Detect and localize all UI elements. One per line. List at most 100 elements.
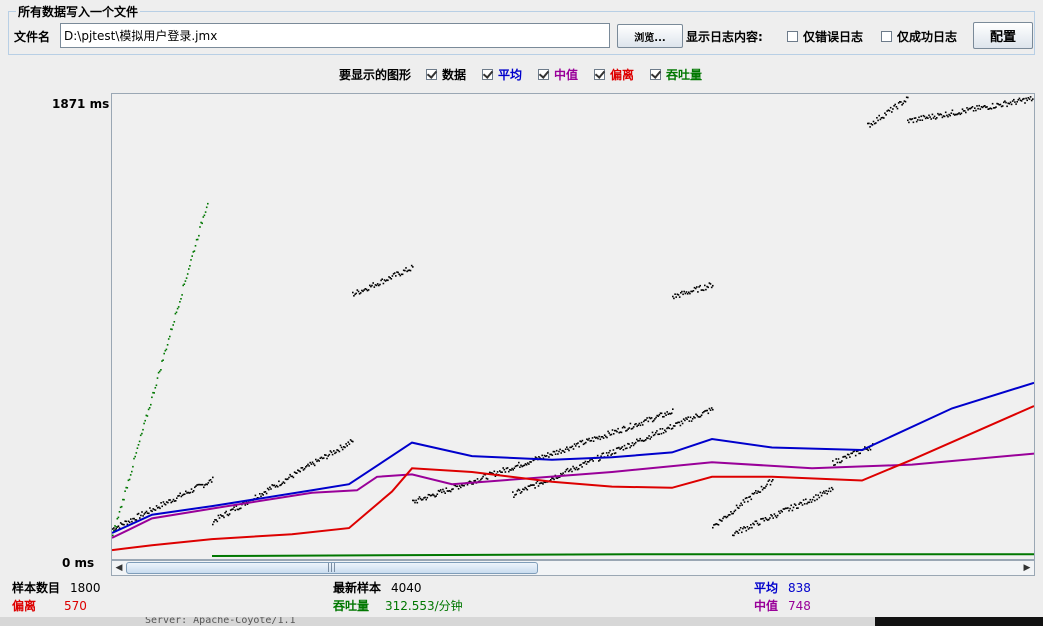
data-point [710, 407, 713, 409]
data-point [918, 116, 920, 119]
data-point [1020, 100, 1023, 102]
data-point [422, 498, 424, 501]
data-point [681, 422, 684, 425]
data-point [638, 422, 641, 425]
data-point [686, 418, 688, 420]
data-point [990, 108, 993, 110]
data-point [207, 482, 210, 484]
data-point [123, 498, 125, 501]
data-point [750, 498, 753, 501]
graph-option-deviation[interactable]: 偏离 [594, 66, 634, 83]
checkbox-box[interactable] [426, 69, 437, 80]
checkbox-box[interactable] [881, 31, 892, 42]
data-point [123, 523, 125, 526]
data-point [774, 515, 777, 517]
data-point [424, 496, 426, 499]
data-point [513, 467, 516, 469]
data-point [142, 428, 144, 431]
data-point [591, 437, 594, 439]
data-point [755, 490, 757, 492]
graph-option-throughput[interactable]: 吞吐量 [650, 66, 702, 83]
data-point [206, 483, 208, 486]
data-point [513, 496, 515, 498]
data-point [322, 457, 325, 459]
data-point [139, 517, 141, 519]
graph-option-average[interactable]: 平均 [482, 66, 522, 83]
data-point [128, 521, 131, 524]
data-point [585, 463, 588, 465]
data-point [381, 278, 383, 280]
data-point [523, 464, 526, 467]
data-point [265, 492, 268, 495]
data-point [326, 457, 328, 460]
graph-option-median[interactable]: 中值 [538, 66, 578, 83]
data-point [884, 112, 886, 114]
data-point [346, 445, 348, 447]
plot-canvas [112, 96, 1034, 557]
data-point [759, 523, 761, 526]
browse-button[interactable]: 浏览... [617, 24, 683, 48]
data-point [951, 109, 954, 112]
data-point [581, 439, 584, 442]
errors-only-checkbox[interactable]: 仅错误日志 [787, 28, 863, 45]
data-point [675, 296, 677, 298]
data-point [650, 417, 653, 419]
data-point [883, 117, 885, 119]
scroll-right-icon[interactable]: ▶ [1020, 561, 1034, 575]
data-point [474, 479, 477, 482]
data-point [339, 444, 342, 447]
data-point [871, 124, 874, 126]
data-point [516, 464, 519, 467]
data-point [223, 516, 225, 519]
data-point [570, 468, 572, 470]
scrollbar-thumb[interactable]: ||| [126, 562, 538, 574]
data-point [548, 456, 550, 458]
data-point [927, 117, 929, 119]
data-point [154, 509, 157, 511]
data-point [341, 448, 344, 451]
series-吞吐量-points [112, 202, 209, 537]
data-point [646, 417, 648, 419]
checkbox-box[interactable] [650, 69, 661, 80]
data-point [999, 103, 1002, 106]
horizontal-scrollbar[interactable]: ◀ ||| ▶ [111, 560, 1035, 576]
data-point [931, 113, 934, 116]
data-point [367, 289, 370, 291]
data-point [834, 464, 836, 466]
data-point [225, 510, 227, 513]
data-point [610, 433, 613, 436]
filename-input[interactable] [60, 23, 610, 48]
success-only-checkbox[interactable]: 仅成功日志 [881, 28, 957, 45]
data-point [648, 435, 650, 437]
data-point [781, 510, 783, 513]
data-point [710, 286, 713, 289]
checkbox-box[interactable] [594, 69, 605, 80]
data-point [628, 427, 631, 429]
data-point [162, 501, 165, 503]
stat-average-label: 平均 [754, 581, 779, 595]
data-point [928, 114, 930, 117]
data-point [191, 255, 193, 257]
scroll-left-icon[interactable]: ◀ [112, 561, 126, 575]
data-point [541, 454, 543, 457]
grip-icon: ||| [327, 563, 337, 573]
checkbox-box[interactable] [538, 69, 549, 80]
data-point [572, 465, 574, 468]
data-point [817, 494, 819, 497]
data-point [1017, 99, 1020, 101]
data-point [348, 443, 351, 445]
checkbox-box[interactable] [482, 69, 493, 80]
graph-option-data[interactable]: 数据 [426, 66, 466, 83]
checkbox-box[interactable] [787, 31, 798, 42]
data-point [234, 509, 236, 512]
data-point [296, 472, 298, 474]
data-point [233, 506, 235, 508]
graph-option-deviation-label: 偏离 [610, 68, 635, 82]
data-point [352, 440, 354, 443]
data-point [919, 119, 921, 121]
data-point [347, 441, 350, 443]
data-point [739, 527, 742, 529]
config-button[interactable]: 配置 [973, 22, 1033, 49]
data-point [264, 491, 267, 493]
data-point [503, 468, 506, 471]
